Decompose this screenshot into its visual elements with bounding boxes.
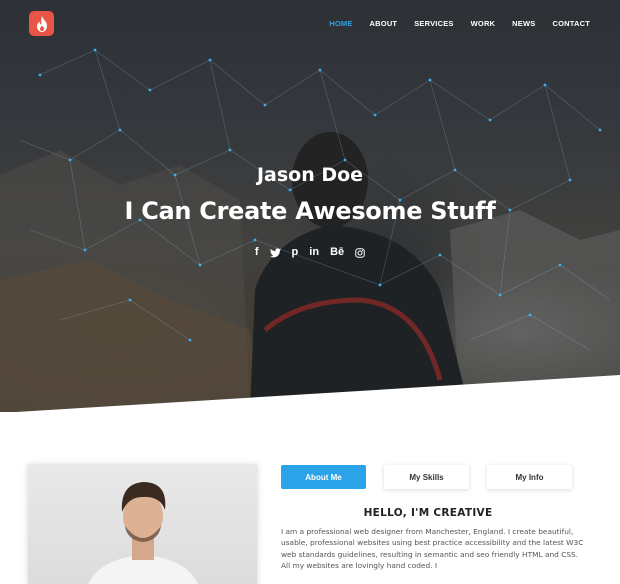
hero-name: Jason Doe (256, 164, 364, 186)
social-links: f p in Bē (0, 246, 620, 259)
flame-icon (36, 15, 47, 32)
tab-about-me[interactable]: About Me (281, 465, 366, 489)
profile-photo (28, 464, 257, 584)
tab-my-info[interactable]: My Info (487, 465, 572, 489)
nav-home[interactable]: HOME (329, 19, 352, 28)
linkedin-icon[interactable]: in (309, 246, 319, 259)
nav-about[interactable]: ABOUT (370, 19, 398, 28)
logo[interactable] (29, 11, 54, 36)
about-tabs: About Me My Skills My Info (281, 465, 572, 489)
nav-contact[interactable]: CONTACT (552, 19, 590, 28)
about-heading: HELLO, I'M CREATIVE (363, 507, 493, 519)
behance-icon[interactable]: Bē (330, 246, 344, 259)
facebook-icon[interactable]: f (255, 246, 259, 259)
navbar: HOME ABOUT SERVICES WORK NEWS CONTACT (0, 0, 620, 48)
nav-services[interactable]: SERVICES (414, 19, 453, 28)
nav-news[interactable]: NEWS (512, 19, 535, 28)
main-menu: HOME ABOUT SERVICES WORK NEWS CONTACT (312, 19, 590, 28)
twitter-icon[interactable] (269, 246, 281, 259)
nav-work[interactable]: WORK (471, 19, 496, 28)
hero-slant-divider (16, 375, 620, 412)
hero-section: HOME ABOUT SERVICES WORK NEWS CONTACT Ja… (0, 0, 620, 412)
about-text: I am a professional web designer from Ma… (281, 527, 584, 571)
hero-tagline: I Can Create Awesome Stuff (124, 197, 496, 225)
instagram-icon[interactable] (355, 246, 365, 259)
tab-my-skills[interactable]: My Skills (384, 465, 469, 489)
pinterest-icon[interactable]: p (292, 246, 299, 259)
about-section: About Me My Skills My Info HELLO, I'M CR… (0, 412, 620, 584)
